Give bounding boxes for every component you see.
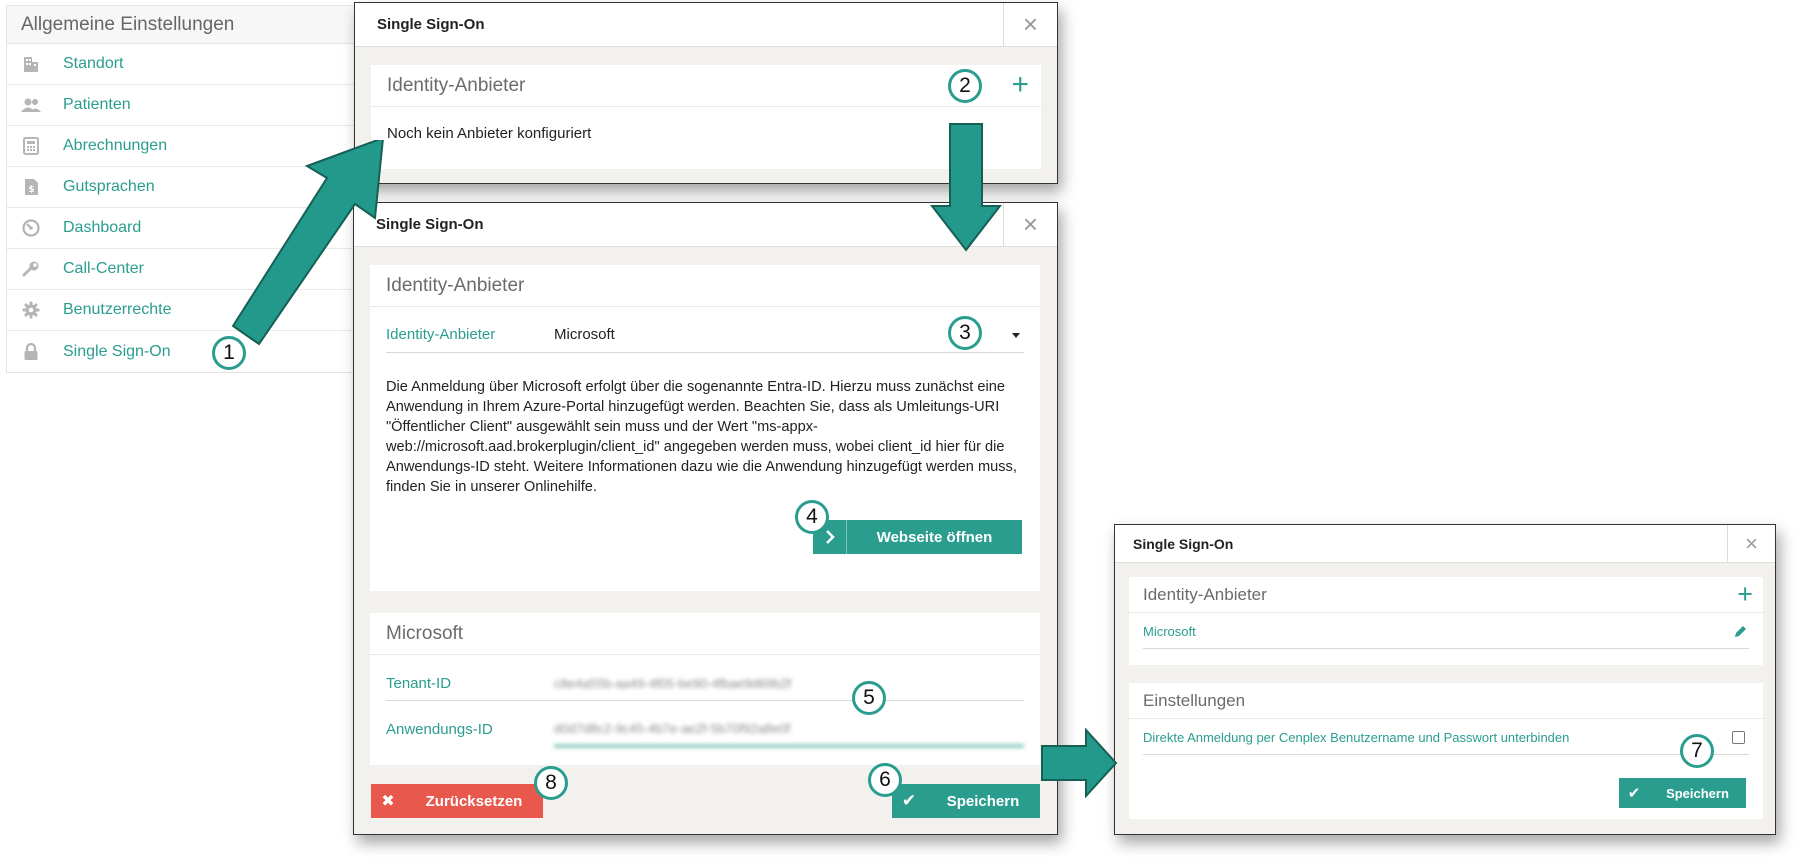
step-badge: 5	[852, 681, 886, 715]
section-title: Identity-Anbieter	[386, 274, 525, 296]
provider-name: Microsoft	[1143, 624, 1196, 639]
arrow-icon	[231, 140, 384, 346]
checkmark-icon: ✔	[901, 791, 917, 810]
tenant-id-row: Tenant-ID c8e4a55b-aa49-4f05-be90-4fbae9…	[386, 667, 1024, 701]
disable-direct-login-label: Direkte Anmeldung per Cenplex Benutzerna…	[1143, 730, 1570, 745]
panel-heading: Identity-Anbieter +	[1129, 577, 1763, 613]
section-title: Einstellungen	[1143, 690, 1246, 710]
provider-list-item[interactable]: Microsoft	[1143, 615, 1749, 649]
provider-description: Die Anmeldung über Microsoft erfolgt übe…	[386, 379, 1017, 495]
save-label: Speichern	[946, 792, 1020, 810]
calculator-icon	[21, 136, 41, 156]
empty-state-text: Noch kein Anbieter konfiguriert	[387, 125, 592, 142]
panel-heading: Identity-Anbieter	[370, 265, 1040, 307]
pencil-edit-icon[interactable]	[1734, 625, 1747, 643]
wrench-icon	[21, 259, 41, 279]
lock-icon	[21, 342, 41, 362]
section-title: Microsoft	[386, 622, 464, 644]
dialog-title-bar: Single Sign-On ×	[1115, 525, 1775, 563]
arrow-icon	[930, 123, 1002, 252]
step-badge: 2	[948, 69, 982, 103]
identity-provider-panel: Identity-Anbieter + Microsoft	[1129, 577, 1763, 665]
save-label: Speichern	[1666, 785, 1729, 801]
dashboard-gauge-icon	[21, 218, 41, 238]
caret-down-icon[interactable]	[1012, 333, 1020, 338]
close-icon[interactable]: ×	[1003, 3, 1057, 46]
menu-label: Patienten	[63, 96, 131, 113]
panel-heading: Microsoft	[370, 613, 1040, 655]
disable-direct-login-checkbox[interactable]	[1732, 731, 1745, 744]
close-icon[interactable]: ×	[1003, 203, 1057, 246]
tenant-id-label: Tenant-ID	[386, 675, 452, 692]
menu-header: Allgemeine Einstellungen	[7, 6, 361, 44]
arrow-icon	[1041, 728, 1118, 798]
svg-text:$: $	[28, 185, 34, 195]
microsoft-settings-panel: Microsoft Tenant-ID c8e4a55b-aa49-4f05-b…	[370, 613, 1040, 765]
document-dollar-icon: $	[21, 177, 41, 197]
disable-direct-login-row: Direkte Anmeldung per Cenplex Benutzerna…	[1143, 721, 1749, 755]
menu-label: Gutsprachen	[63, 178, 155, 195]
add-provider-button[interactable]: +	[1737, 577, 1753, 611]
save-button[interactable]: ✔ Speichern	[892, 784, 1040, 818]
menu-label: Call-Center	[63, 260, 144, 277]
dialog-title-bar: Single Sign-On ×	[355, 3, 1057, 47]
step-badge: 7	[1680, 734, 1714, 768]
open-website-label: Webseite öffnen	[876, 528, 993, 546]
step-badge: 3	[948, 316, 982, 350]
menu-item-standort[interactable]: Standort	[7, 44, 361, 85]
close-x-icon: ✖	[381, 793, 395, 810]
add-provider-button[interactable]: +	[1011, 67, 1029, 103]
open-website-button[interactable]: Webseite öffnen	[813, 520, 1022, 554]
checkmark-icon: ✔	[1627, 785, 1641, 802]
dialog-title: Single Sign-On	[377, 16, 485, 33]
panel-heading: Einstellungen	[1129, 683, 1763, 719]
reset-button[interactable]: ✖ Zurücksetzen	[371, 784, 543, 818]
dialog-title: Single Sign-On	[1133, 535, 1234, 552]
section-title: Identity-Anbieter	[1143, 584, 1267, 604]
menu-label: Single Sign-On	[63, 342, 171, 360]
save-button[interactable]: ✔ Speichern	[1619, 778, 1746, 808]
building-icon	[21, 54, 41, 74]
application-id-row: Anwendungs-ID d0d7d8c2-9c45-4b7e-ae2f-5b…	[386, 711, 1024, 747]
provider-select-value[interactable]: Microsoft	[554, 326, 615, 343]
menu-item-patienten[interactable]: Patienten	[7, 85, 361, 126]
application-id-label: Anwendungs-ID	[386, 720, 493, 738]
step-badge: 8	[534, 766, 568, 800]
panel-heading: Identity-Anbieter +	[371, 65, 1041, 107]
menu-label: Standort	[63, 55, 124, 72]
close-icon[interactable]: ×	[1727, 525, 1775, 562]
menu-label: Dashboard	[63, 219, 142, 236]
sso-dialog-microsoft: Single Sign-On × Identity-Anbieter Ident…	[353, 202, 1058, 835]
section-title: Identity-Anbieter	[387, 74, 526, 96]
application-id-input[interactable]: d0d7d8c2-9c45-4b7e-ae2f-5b70f92a8e0f	[554, 711, 1024, 747]
step-badge: 4	[795, 500, 829, 534]
menu-label: Abrechnungen	[63, 137, 168, 154]
identity-provider-panel: Identity-Anbieter Identity-Anbieter Micr…	[370, 265, 1040, 591]
step-badge: 6	[868, 763, 902, 797]
settings-panel: Einstellungen Direkte Anmeldung per Cenp…	[1129, 683, 1763, 819]
gear-icon	[21, 300, 41, 320]
menu-label: Benutzerrechte	[63, 301, 172, 318]
provider-label: Identity-Anbieter	[386, 326, 496, 343]
sso-dialog-configured: Single Sign-On × Identity-Anbieter + Mic…	[1114, 524, 1776, 835]
reset-label: Zurücksetzen	[425, 792, 523, 810]
tenant-id-input[interactable]: c8e4a55b-aa49-4f05-be90-4fbae9d69b2f	[554, 676, 791, 691]
users-icon	[21, 95, 41, 115]
provider-select-row[interactable]: Identity-Anbieter Microsoft	[386, 317, 1024, 353]
step-badge: 1	[212, 336, 246, 370]
